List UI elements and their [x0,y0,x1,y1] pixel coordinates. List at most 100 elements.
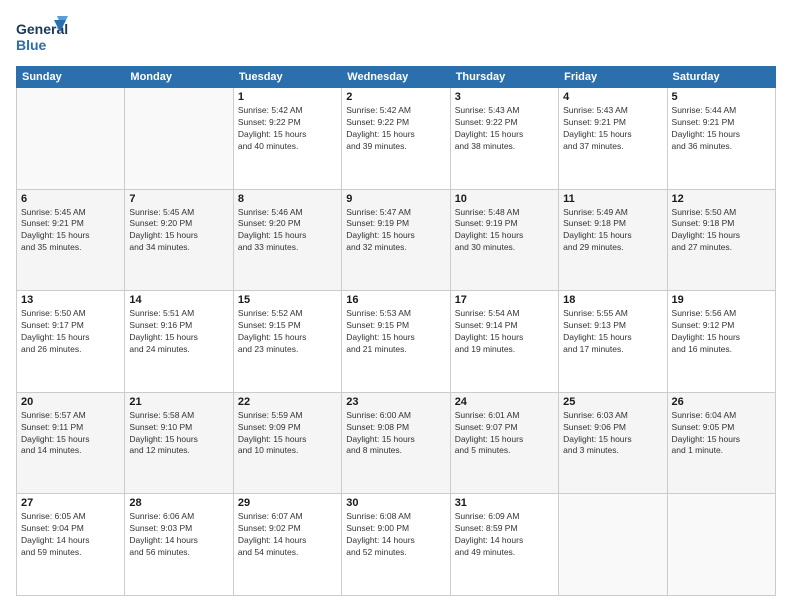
calendar-week-2: 6Sunrise: 5:45 AM Sunset: 9:21 PM Daylig… [17,189,776,291]
day-info: Sunrise: 5:59 AM Sunset: 9:09 PM Dayligh… [238,410,337,458]
day-info: Sunrise: 5:42 AM Sunset: 9:22 PM Dayligh… [346,105,445,153]
day-number: 1 [238,91,337,103]
weekday-header-saturday: Saturday [667,67,775,88]
day-number: 21 [129,396,228,408]
day-number: 16 [346,294,445,306]
day-info: Sunrise: 5:43 AM Sunset: 9:21 PM Dayligh… [563,105,662,153]
day-number: 12 [672,193,771,205]
calendar-cell: 4 Sunrise: 5:43 AM Sunset: 9:21 PM Daylig… [559,88,667,190]
calendar-cell [17,88,125,190]
calendar-cell: 10 Sunrise: 5:48 AM Sunset: 9:19 PM Dayli… [450,189,558,291]
calendar-cell: 23 Sunrise: 6:00 AM Sunset: 9:08 PM Dayli… [342,392,450,494]
calendar-cell: 8 Sunrise: 5:46 AM Sunset: 9:20 PM Daylig… [233,189,341,291]
day-number: 4 [563,91,662,103]
day-number: 14 [129,294,228,306]
day-number: 25 [563,396,662,408]
calendar-cell: 11 Sunrise: 5:49 AM Sunset: 9:18 PM Dayli… [559,189,667,291]
day-number: 19 [672,294,771,306]
calendar-cell: 3 Sunrise: 5:43 AM Sunset: 9:22 PM Daylig… [450,88,558,190]
day-number: 11 [563,193,662,205]
calendar-body: 1 Sunrise: 5:42 AM Sunset: 9:22 PM Daylig… [17,88,776,596]
day-number: 23 [346,396,445,408]
day-info: Sunrise: 5:51 AM Sunset: 9:16 PM Dayligh… [129,308,228,356]
calendar-cell: 12 Sunrise: 5:50 AM Sunset: 9:18 PM Dayli… [667,189,775,291]
day-info: Sunrise: 6:03 AM Sunset: 9:06 PM Dayligh… [563,410,662,458]
day-info: Sunrise: 5:47 AM Sunset: 9:19 PM Dayligh… [346,207,445,255]
calendar-cell: 30 Sunrise: 6:08 AM Sunset: 9:00 PM Dayli… [342,494,450,596]
calendar-cell: 17Sunrise: 5:54 AM Sunset: 9:14 PM Dayli… [450,291,558,393]
calendar-cell: 24 Sunrise: 6:01 AM Sunset: 9:07 PM Dayli… [450,392,558,494]
calendar-cell: 29 Sunrise: 6:07 AM Sunset: 9:02 PM Dayli… [233,494,341,596]
day-info: Sunrise: 6:08 AM Sunset: 9:00 PM Dayligh… [346,511,445,559]
calendar-cell: 13Sunrise: 5:50 AM Sunset: 9:17 PM Dayli… [17,291,125,393]
day-number: 3 [455,91,554,103]
day-number: 30 [346,497,445,509]
day-number: 8 [238,193,337,205]
day-info: Sunrise: 6:00 AM Sunset: 9:08 PM Dayligh… [346,410,445,458]
day-info: Sunrise: 5:50 AM Sunset: 9:18 PM Dayligh… [672,207,771,255]
weekday-header-thursday: Thursday [450,67,558,88]
calendar-cell [559,494,667,596]
calendar-week-1: 1 Sunrise: 5:42 AM Sunset: 9:22 PM Daylig… [17,88,776,190]
day-number: 13 [21,294,120,306]
day-number: 2 [346,91,445,103]
day-info: Sunrise: 5:43 AM Sunset: 9:22 PM Dayligh… [455,105,554,153]
day-info: Sunrise: 5:55 AM Sunset: 9:13 PM Dayligh… [563,308,662,356]
day-info: Sunrise: 5:53 AM Sunset: 9:15 PM Dayligh… [346,308,445,356]
day-number: 17 [455,294,554,306]
day-number: 20 [21,396,120,408]
calendar-cell: 1 Sunrise: 5:42 AM Sunset: 9:22 PM Daylig… [233,88,341,190]
day-info: Sunrise: 6:05 AM Sunset: 9:04 PM Dayligh… [21,511,120,559]
day-number: 10 [455,193,554,205]
day-info: Sunrise: 5:42 AM Sunset: 9:22 PM Dayligh… [238,105,337,153]
weekday-header-tuesday: Tuesday [233,67,341,88]
weekday-header-wednesday: Wednesday [342,67,450,88]
calendar-cell: 6Sunrise: 5:45 AM Sunset: 9:21 PM Daylig… [17,189,125,291]
day-info: Sunrise: 5:45 AM Sunset: 9:20 PM Dayligh… [129,207,228,255]
logo-svg: GeneralBlue [16,16,68,56]
day-number: 7 [129,193,228,205]
calendar-week-3: 13Sunrise: 5:50 AM Sunset: 9:17 PM Dayli… [17,291,776,393]
day-number: 6 [21,193,120,205]
day-info: Sunrise: 5:48 AM Sunset: 9:19 PM Dayligh… [455,207,554,255]
day-info: Sunrise: 5:52 AM Sunset: 9:15 PM Dayligh… [238,308,337,356]
weekday-header-row: SundayMondayTuesdayWednesdayThursdayFrid… [17,67,776,88]
day-number: 28 [129,497,228,509]
day-number: 22 [238,396,337,408]
calendar-cell: 15 Sunrise: 5:52 AM Sunset: 9:15 PM Dayli… [233,291,341,393]
calendar-cell: 9 Sunrise: 5:47 AM Sunset: 9:19 PM Daylig… [342,189,450,291]
calendar-cell: 25 Sunrise: 6:03 AM Sunset: 9:06 PM Dayli… [559,392,667,494]
calendar-cell: 26 Sunrise: 6:04 AM Sunset: 9:05 PM Dayli… [667,392,775,494]
calendar-cell: 31Sunrise: 6:09 AM Sunset: 8:59 PM Dayli… [450,494,558,596]
svg-text:Blue: Blue [16,37,47,53]
calendar-week-4: 20Sunrise: 5:57 AM Sunset: 9:11 PM Dayli… [17,392,776,494]
calendar-cell: 28 Sunrise: 6:06 AM Sunset: 9:03 PM Dayli… [125,494,233,596]
day-number: 15 [238,294,337,306]
day-number: 18 [563,294,662,306]
calendar-cell: 2 Sunrise: 5:42 AM Sunset: 9:22 PM Daylig… [342,88,450,190]
day-info: Sunrise: 6:04 AM Sunset: 9:05 PM Dayligh… [672,410,771,458]
calendar-header: SundayMondayTuesdayWednesdayThursdayFrid… [17,67,776,88]
day-info: Sunrise: 5:58 AM Sunset: 9:10 PM Dayligh… [129,410,228,458]
day-number: 26 [672,396,771,408]
day-info: Sunrise: 6:07 AM Sunset: 9:02 PM Dayligh… [238,511,337,559]
calendar-cell: 22 Sunrise: 5:59 AM Sunset: 9:09 PM Dayli… [233,392,341,494]
day-number: 29 [238,497,337,509]
day-info: Sunrise: 5:56 AM Sunset: 9:12 PM Dayligh… [672,308,771,356]
calendar-cell: 18 Sunrise: 5:55 AM Sunset: 9:13 PM Dayli… [559,291,667,393]
day-info: Sunrise: 5:46 AM Sunset: 9:20 PM Dayligh… [238,207,337,255]
day-number: 27 [21,497,120,509]
weekday-header-sunday: Sunday [17,67,125,88]
weekday-header-monday: Monday [125,67,233,88]
day-info: Sunrise: 5:44 AM Sunset: 9:21 PM Dayligh… [672,105,771,153]
calendar-cell: 7 Sunrise: 5:45 AM Sunset: 9:20 PM Daylig… [125,189,233,291]
day-number: 24 [455,396,554,408]
day-number: 9 [346,193,445,205]
day-info: Sunrise: 5:49 AM Sunset: 9:18 PM Dayligh… [563,207,662,255]
day-info: Sunrise: 6:01 AM Sunset: 9:07 PM Dayligh… [455,410,554,458]
calendar-cell: 27 Sunrise: 6:05 AM Sunset: 9:04 PM Dayli… [17,494,125,596]
day-info: Sunrise: 6:06 AM Sunset: 9:03 PM Dayligh… [129,511,228,559]
day-number: 5 [672,91,771,103]
calendar-table: SundayMondayTuesdayWednesdayThursdayFrid… [16,66,776,596]
page-header: GeneralBlue [16,16,776,56]
